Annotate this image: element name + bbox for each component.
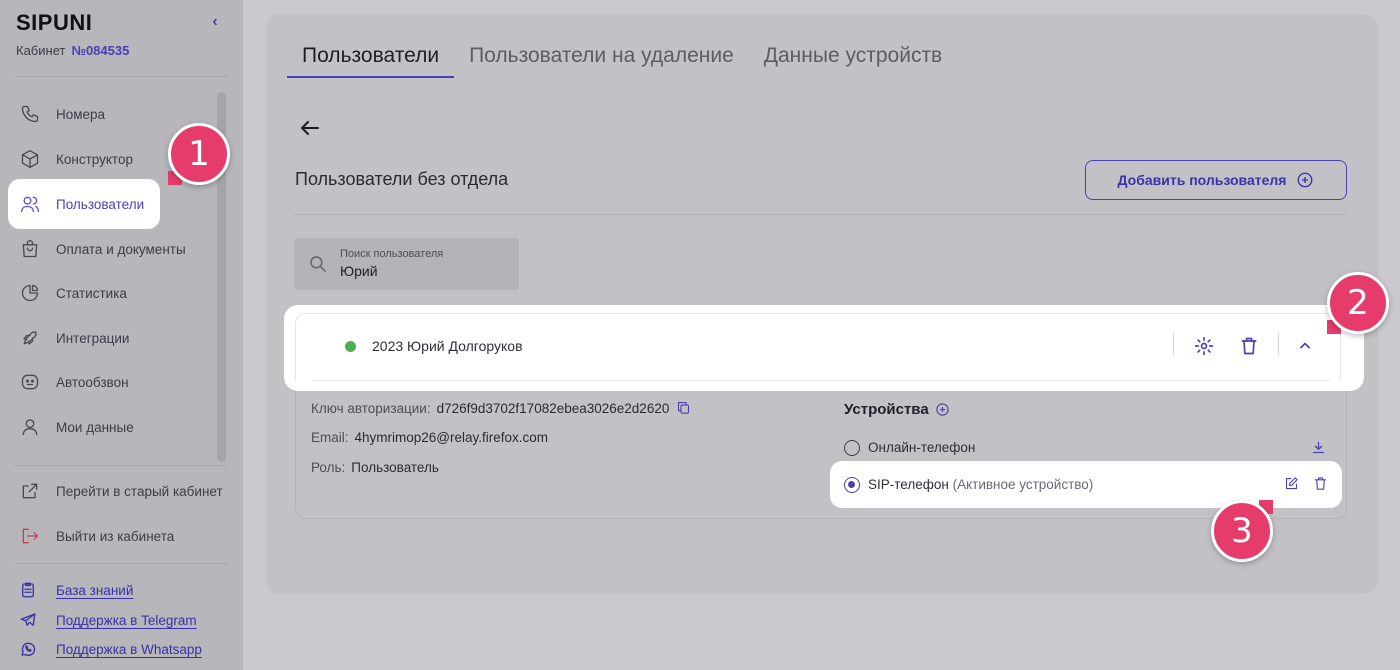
step-badge-2: 2 bbox=[1327, 272, 1389, 334]
logout-icon bbox=[18, 524, 42, 548]
search-placeholder: Поиск пользователя bbox=[340, 248, 444, 260]
cabinet-label: Кабинет bbox=[16, 43, 66, 58]
bag-icon bbox=[18, 237, 42, 261]
telegram-support-link[interactable]: Поддержка в Telegram bbox=[18, 610, 197, 630]
download-icon[interactable] bbox=[1311, 440, 1329, 458]
old-cabinet-label: Перейти в старый кабинет bbox=[56, 483, 223, 499]
tab-device-data[interactable]: Данные устройств bbox=[749, 44, 957, 78]
back-arrow-icon[interactable] bbox=[298, 116, 322, 140]
sidebar-item-label: Интеграции bbox=[56, 330, 130, 346]
telegram-icon bbox=[18, 610, 38, 630]
sidebar-item-label: Оплата и документы bbox=[56, 241, 186, 257]
online-phone-radio[interactable] bbox=[844, 440, 860, 456]
sidebar-item-label: Мои данные bbox=[56, 419, 134, 435]
cube-icon bbox=[18, 147, 42, 171]
online-status-dot bbox=[345, 341, 356, 352]
section-title: Пользователи без отдела bbox=[295, 169, 509, 189]
users-icon bbox=[18, 192, 42, 216]
online-phone-label: Онлайн-телефон bbox=[868, 440, 976, 455]
user-icon bbox=[18, 415, 42, 439]
plus-circle-icon[interactable] bbox=[935, 402, 950, 417]
email-label: Email: bbox=[311, 430, 349, 445]
devices-heading: Устройства bbox=[844, 401, 950, 418]
sidebar-divider bbox=[14, 563, 227, 564]
trash-icon[interactable] bbox=[1237, 334, 1261, 358]
sidebar-item-label: Конструктор bbox=[56, 151, 133, 167]
tab-users[interactable]: Пользователи bbox=[287, 44, 455, 78]
rocket-icon bbox=[18, 326, 42, 350]
user-row-divider bbox=[312, 380, 1330, 381]
telegram-support-label: Поддержка в Telegram bbox=[56, 612, 197, 628]
sip-phone-label-row: SIP-телефон (Активное устройство) bbox=[868, 477, 1093, 492]
sidebar-item-label: Автообзвон bbox=[56, 374, 129, 390]
sidebar-item-users[interactable]: Пользователи bbox=[8, 179, 160, 229]
devices-title: Устройства bbox=[844, 401, 929, 418]
sidebar: SIPUNI ‹ Кабинет №084535 Номера Конструкт… bbox=[0, 0, 243, 670]
sidebar-item-my-data[interactable]: Мои данные bbox=[8, 402, 160, 452]
edit-icon[interactable] bbox=[1284, 476, 1302, 494]
role-row: Роль: Пользователь bbox=[311, 460, 439, 475]
external-link-icon bbox=[18, 479, 42, 503]
chevron-left-icon[interactable]: ‹ bbox=[206, 12, 224, 32]
sidebar-item-statistics[interactable]: Статистика bbox=[8, 268, 160, 318]
plus-circle-icon bbox=[1298, 172, 1313, 188]
phone-icon bbox=[18, 102, 42, 126]
trash-icon[interactable] bbox=[1313, 476, 1331, 494]
tab-users-deletion[interactable]: Пользователи на удаление bbox=[454, 44, 749, 78]
sidebar-item-integrations[interactable]: Интеграции bbox=[8, 313, 160, 363]
sidebar-item-numbers[interactable]: Номера bbox=[8, 89, 160, 139]
chevron-up-icon[interactable] bbox=[1293, 334, 1317, 358]
whatsapp-support-link[interactable]: Поддержка в Whatsapp bbox=[18, 639, 202, 659]
sidebar-item-autodialer[interactable]: Автообзвон bbox=[8, 357, 160, 407]
row-separator bbox=[1173, 333, 1174, 355]
sidebar-item-constructor[interactable]: Конструктор bbox=[8, 134, 160, 184]
role-value: Пользователь bbox=[351, 460, 439, 475]
brand-logo: SIPUNI bbox=[16, 10, 93, 35]
email-row: Email: 4hymrimop26@relay.firefox.com bbox=[311, 430, 548, 445]
sidebar-item-payments[interactable]: Оплата и документы bbox=[8, 224, 208, 274]
sip-phone-radio[interactable] bbox=[844, 477, 860, 493]
old-cabinet-link[interactable]: Перейти в старый кабинет bbox=[8, 466, 233, 516]
user-name: 2023 Юрий Долгоруков bbox=[372, 338, 523, 354]
copy-icon[interactable] bbox=[676, 400, 692, 416]
step-badge-1: 1 bbox=[168, 123, 230, 185]
logout-link[interactable]: Выйти из кабинета bbox=[8, 511, 208, 561]
search-icon bbox=[308, 254, 328, 274]
search-value: Юрий bbox=[340, 263, 378, 279]
pie-chart-icon bbox=[18, 281, 42, 305]
sidebar-item-label: Пользователи bbox=[56, 196, 145, 212]
logout-label: Выйти из кабинета bbox=[56, 528, 175, 544]
sidebar-item-label: Статистика bbox=[56, 285, 127, 301]
active-device-note: (Активное устройство) bbox=[952, 477, 1094, 492]
cabinet-info: Кабинет №084535 bbox=[16, 43, 129, 58]
add-user-button[interactable]: Добавить пользователя bbox=[1085, 160, 1347, 200]
auth-key-value: d726f9d3702f17082ebea3026e2d2620 bbox=[436, 401, 670, 416]
knowledge-base-link[interactable]: База знаний bbox=[18, 580, 133, 600]
auth-key-row: Ключ авторизации: d726f9d3702f17082ebea30… bbox=[311, 401, 669, 416]
clipboard-icon bbox=[18, 580, 38, 600]
knowledge-base-label: База знаний bbox=[56, 582, 134, 598]
auth-key-label: Ключ авторизации: bbox=[311, 401, 431, 416]
section-divider bbox=[295, 214, 1347, 215]
add-user-label: Добавить пользователя bbox=[1117, 172, 1287, 188]
step-badge-3: 3 bbox=[1211, 500, 1273, 562]
sidebar-divider bbox=[14, 76, 227, 77]
sidebar-item-label: Номера bbox=[56, 106, 106, 122]
tab-bar: Пользователи Пользователи на удаление Да… bbox=[287, 44, 957, 78]
robot-icon bbox=[18, 370, 42, 394]
whatsapp-icon bbox=[18, 639, 38, 659]
search-input[interactable]: Поиск пользователя Юрий bbox=[294, 238, 519, 290]
whatsapp-support-label: Поддержка в Whatsapp bbox=[56, 641, 202, 657]
row-separator bbox=[1278, 333, 1279, 355]
email-value: 4hymrimop26@relay.firefox.com bbox=[354, 430, 549, 445]
cabinet-number: №084535 bbox=[71, 43, 130, 58]
role-label: Роль: bbox=[311, 460, 346, 475]
gear-icon[interactable] bbox=[1192, 334, 1216, 358]
sip-phone-label: SIP-телефон bbox=[868, 477, 949, 492]
